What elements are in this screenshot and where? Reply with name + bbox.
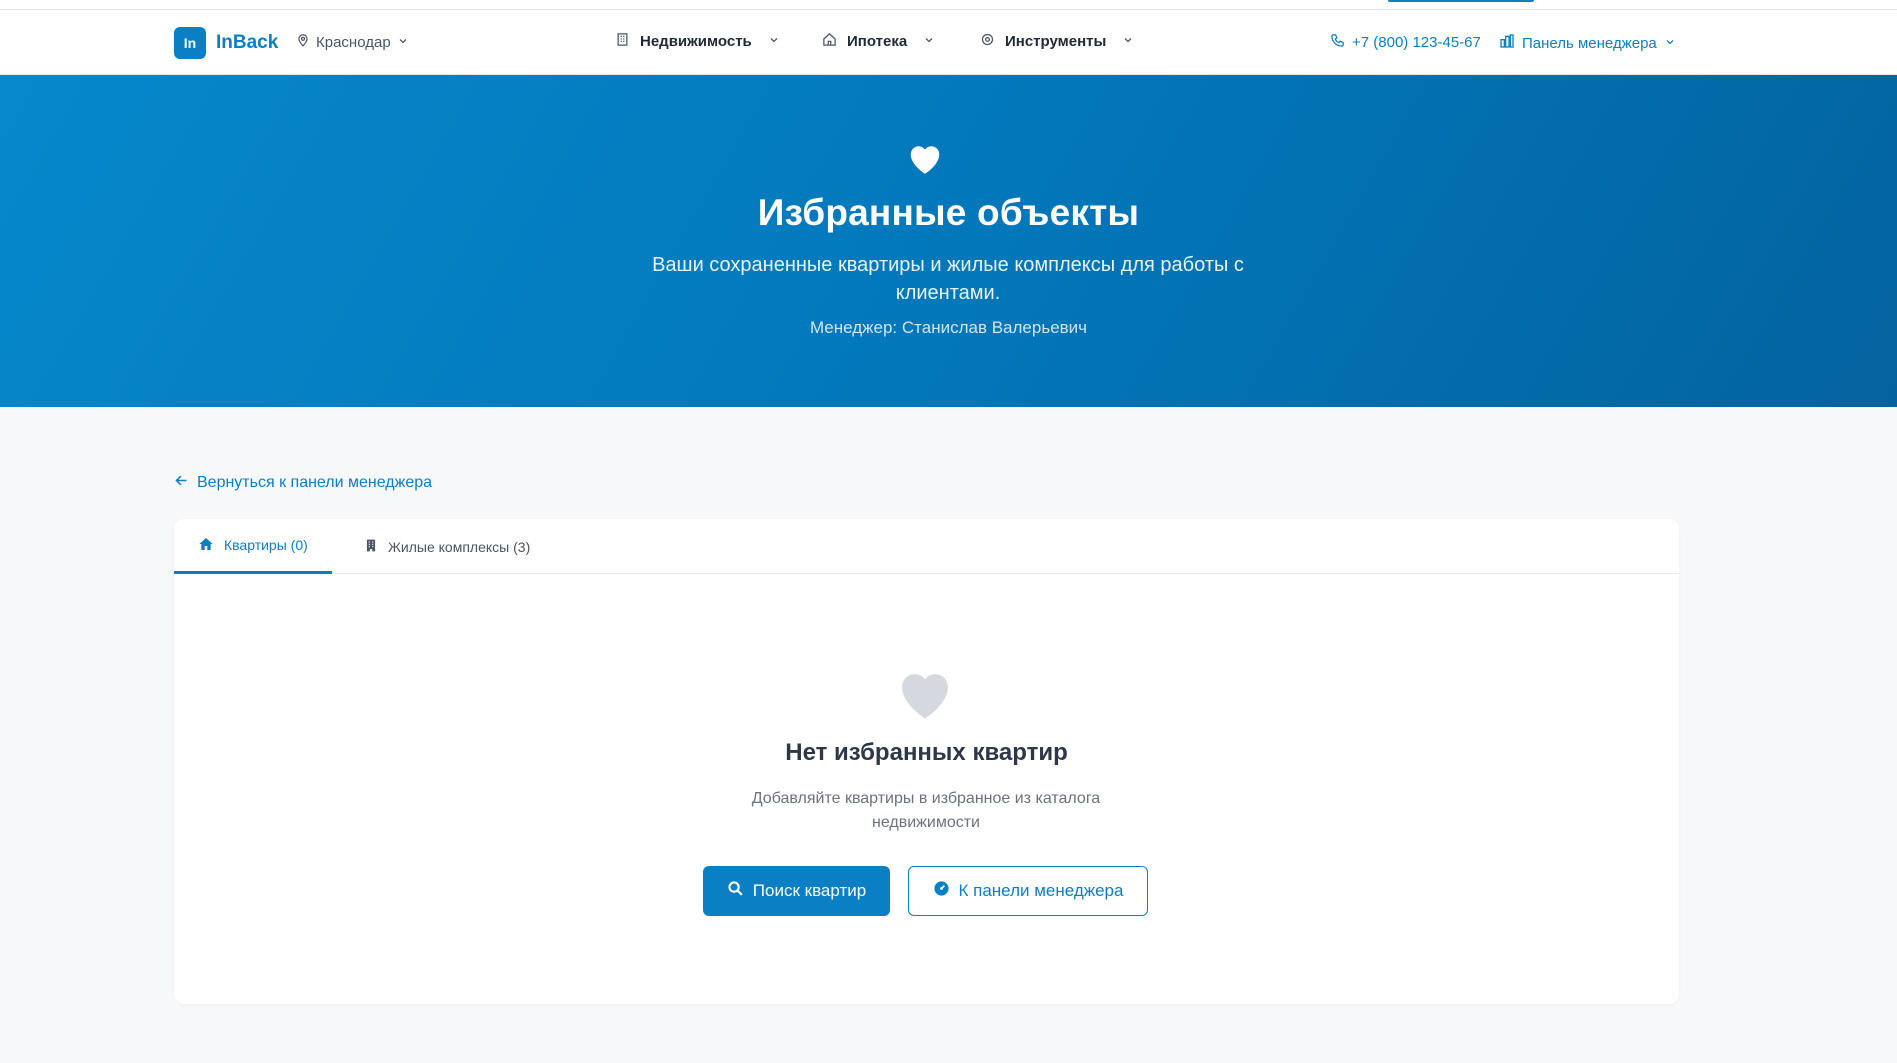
top-strip: [0, 0, 1897, 10]
tab-apartments[interactable]: Квартиры (0): [174, 519, 332, 574]
chevron-down-icon: [1122, 33, 1134, 50]
phone-icon: [1330, 33, 1345, 52]
logo-text: InBack: [216, 32, 279, 53]
phone-link[interactable]: +7 (800) 123-45-67: [1330, 33, 1481, 52]
city-label: Краснодар: [316, 33, 391, 51]
chevron-down-icon: [1664, 35, 1676, 52]
heart-icon: [906, 140, 944, 176]
nav-mortgage[interactable]: Ипотека: [822, 32, 935, 51]
hero-banner: Избранные объекты Ваши сохраненные кварт…: [0, 75, 1897, 407]
building-icon: [364, 538, 378, 556]
dashboard-gauge-icon: [933, 880, 950, 902]
back-link-label: Вернуться к панели менеджера: [197, 474, 433, 491]
tabs-bar: Квартиры (0) Жилые комплексы (3): [174, 519, 1679, 574]
back-to-panel-link[interactable]: Вернуться к панели менеджера: [174, 473, 432, 493]
city-selector[interactable]: Краснодар: [296, 33, 409, 51]
building-icon: [615, 32, 630, 51]
logo-badge: In: [174, 27, 206, 59]
tab-complexes-label: Жилые комплексы (3): [388, 538, 531, 555]
manager-panel-label: Панель менеджера: [1522, 34, 1657, 52]
search-apartments-label: Поиск квартир: [752, 881, 867, 900]
nav-realty-label: Недвижимость: [640, 33, 752, 50]
home-icon: [198, 536, 214, 555]
search-apartments-button[interactable]: Поиск квартир: [703, 866, 890, 916]
chevron-down-icon: [923, 33, 935, 50]
chart-bar-icon: [1499, 33, 1515, 53]
nav-tools-label: Инструменты: [1005, 33, 1107, 50]
home-icon: [822, 32, 837, 51]
location-pin-icon: [296, 33, 310, 51]
site-header: In InBack Краснодар Недвижимость Ипотека: [0, 10, 1897, 75]
tab-complexes[interactable]: Жилые комплексы (3): [340, 519, 554, 574]
empty-state-text: Добавляйте квартиры в избранное из катал…: [751, 790, 1101, 831]
chevron-down-icon: [397, 34, 409, 51]
nav-realty[interactable]: Недвижимость: [615, 32, 780, 51]
nav-tools[interactable]: Инструменты: [980, 32, 1134, 51]
to-manager-panel-label: К панели менеджера: [958, 881, 1124, 900]
top-accent-bar: [1388, 0, 1534, 2]
empty-state-title: Нет избранных квартир: [785, 739, 1068, 766]
tab-apartments-label: Квартиры (0): [224, 537, 308, 553]
arrow-left-icon: [174, 473, 189, 493]
page-title: Избранные объекты: [757, 192, 1140, 233]
heart-icon: [894, 665, 956, 721]
to-manager-panel-button[interactable]: К панели менеджера: [908, 866, 1148, 916]
gear-icon: [980, 32, 995, 51]
logo[interactable]: In InBack: [174, 27, 278, 59]
favorites-card: Квартиры (0) Жилые комплексы (3) Нет изб…: [174, 519, 1679, 1004]
manager-panel-menu[interactable]: Панель менеджера: [1499, 33, 1676, 53]
nav-mortgage-label: Ипотека: [847, 33, 908, 50]
manager-name: Менеджер: Станислав Валерьевич: [809, 318, 1088, 337]
phone-number: +7 (800) 123-45-67: [1352, 34, 1481, 51]
chevron-down-icon: [768, 33, 780, 50]
page-subtitle: Ваши сохраненные квартиры и жилые компле…: [652, 254, 1244, 304]
search-icon: [727, 880, 744, 902]
